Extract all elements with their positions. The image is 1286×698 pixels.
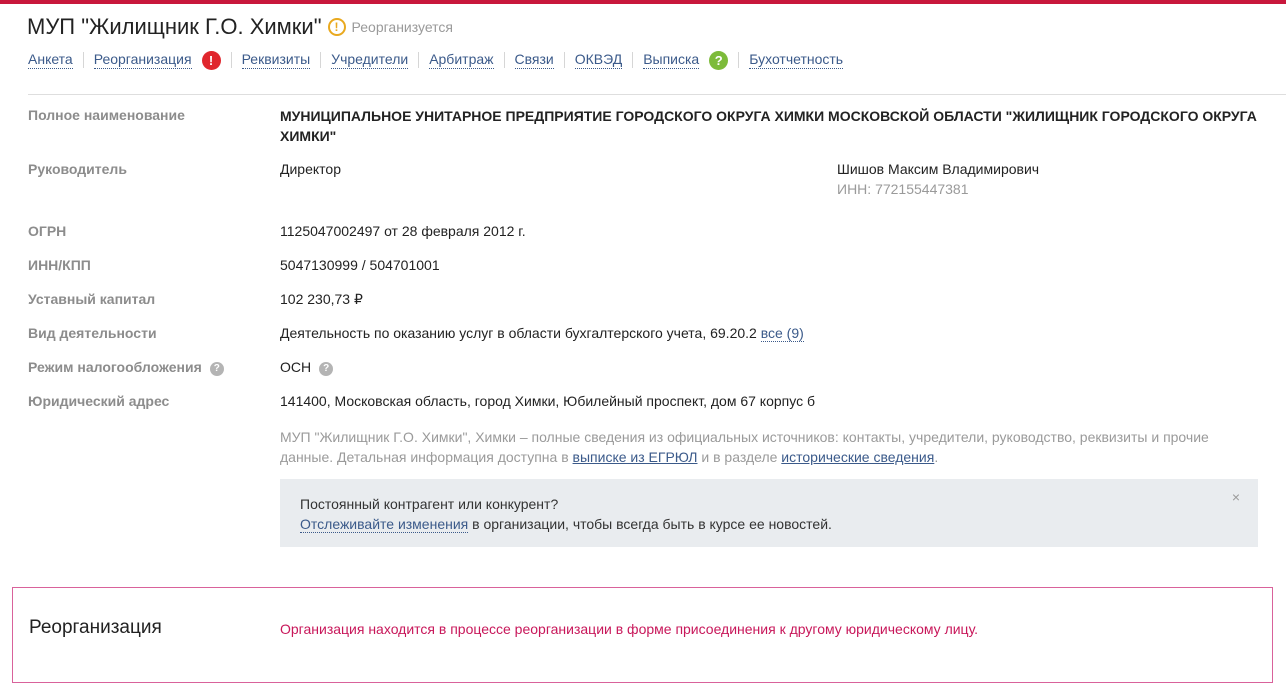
tax-regime-label: Режим налогообложения [28,359,202,375]
tax-regime-row-label: Режим налогообложения? [28,359,224,376]
tax-regime-value: ОСН [280,359,312,375]
tab-accounting[interactable]: Бухотчетность [749,51,844,69]
status-label: Реорганизуется [351,19,454,35]
question-badge-icon: ? [709,50,729,70]
head-label: Руководитель [28,161,127,177]
tab-connections[interactable]: Связи [514,51,554,69]
tab-divider [632,52,634,68]
reorganization-title: Реорганизация [29,617,162,638]
address-label: Юридический адрес [28,393,170,409]
head-position: Директор [280,161,341,177]
tab-anketa[interactable]: Анкета [28,51,73,69]
alert-badge-icon: ! [201,50,221,70]
tab-divider [82,52,84,68]
tab-divider [738,52,740,68]
section-divider [28,94,1286,95]
inn-kpp-value: 5047130999 / 504701001 [280,257,440,273]
top-accent-bar [0,0,1286,4]
tab-requisites[interactable]: Реквизиты [241,51,311,69]
description-text: и в разделе [697,449,782,465]
full-name-label: Полное наименование [28,107,185,123]
help-icon[interactable]: ? [319,362,334,376]
tab-divider [320,52,322,68]
tab-reorganization[interactable]: Реорганизация [93,51,192,69]
inn-kpp-label: ИНН/КПП [28,257,91,273]
tab-extract[interactable]: Выписка [643,51,700,69]
activity-label: Вид деятельности [28,325,157,341]
tab-founders[interactable]: Учредители [331,51,409,69]
head-name: Шишов Максим Владимирович [837,161,1040,177]
tax-regime-row-value: ОСН? [280,359,334,376]
tab-divider [503,52,505,68]
capital-value: 102 230,73 ₽ [280,291,363,307]
ogrn-label: ОГРН [28,223,67,239]
close-icon[interactable]: × [1232,489,1240,505]
history-link[interactable]: исторические сведения [781,449,934,465]
track-changes-link[interactable]: Отслеживайте изменения [300,516,469,533]
tracking-notice: Постоянный контрагент или конкурент? Отс… [280,479,1258,547]
tab-arbitration[interactable]: Арбитраж [429,51,494,69]
header: МУП "Жилищник Г.О. Химки" ! Реорганизует… [27,14,453,40]
full-name-value: МУНИЦИПАЛЬНОЕ УНИТАРНОЕ ПРЕДПРИЯТИЕ ГОРО… [280,108,1257,144]
notice-title: Постоянный контрагент или конкурент? [300,496,559,512]
activity-row: Деятельность по оказанию услуг в области… [280,325,804,342]
notice-text: Отслеживайте изменения в организации, чт… [300,514,1238,534]
address-value: 141400, Московская область, город Химки,… [280,393,815,409]
tab-divider [563,52,565,68]
page-title: МУП "Жилищник Г.О. Химки" [27,14,322,39]
tab-divider [230,52,232,68]
warning-icon: ! [327,18,346,36]
tab-okved[interactable]: ОКВЭД [574,51,623,69]
reorganization-panel: Реорганизация Организация находится в пр… [12,587,1273,683]
egrul-extract-link[interactable]: выписке из ЕГРЮЛ [573,449,698,465]
activity-value: Деятельность по оказанию услуг в области… [280,325,757,341]
ogrn-value: 1125047002497 от 28 февраля 2012 г. [280,223,526,239]
head-inn: ИНН: 772155447381 [837,181,969,197]
help-icon[interactable]: ? [209,362,224,376]
all-activities-link[interactable]: все (9) [760,325,804,342]
tab-bar: Анкета Реорганизация ! Реквизиты Учредит… [28,50,844,70]
description-text: . [934,449,939,465]
capital-label: Уставный капитал [28,291,156,307]
reorganization-text: Организация находится в процессе реорган… [280,621,979,637]
notice-text-rest: в организации, чтобы всегда быть в курсе… [468,516,832,532]
company-description: МУП "Жилищник Г.О. Химки", Химки – полны… [280,427,1240,467]
tab-divider [418,52,420,68]
